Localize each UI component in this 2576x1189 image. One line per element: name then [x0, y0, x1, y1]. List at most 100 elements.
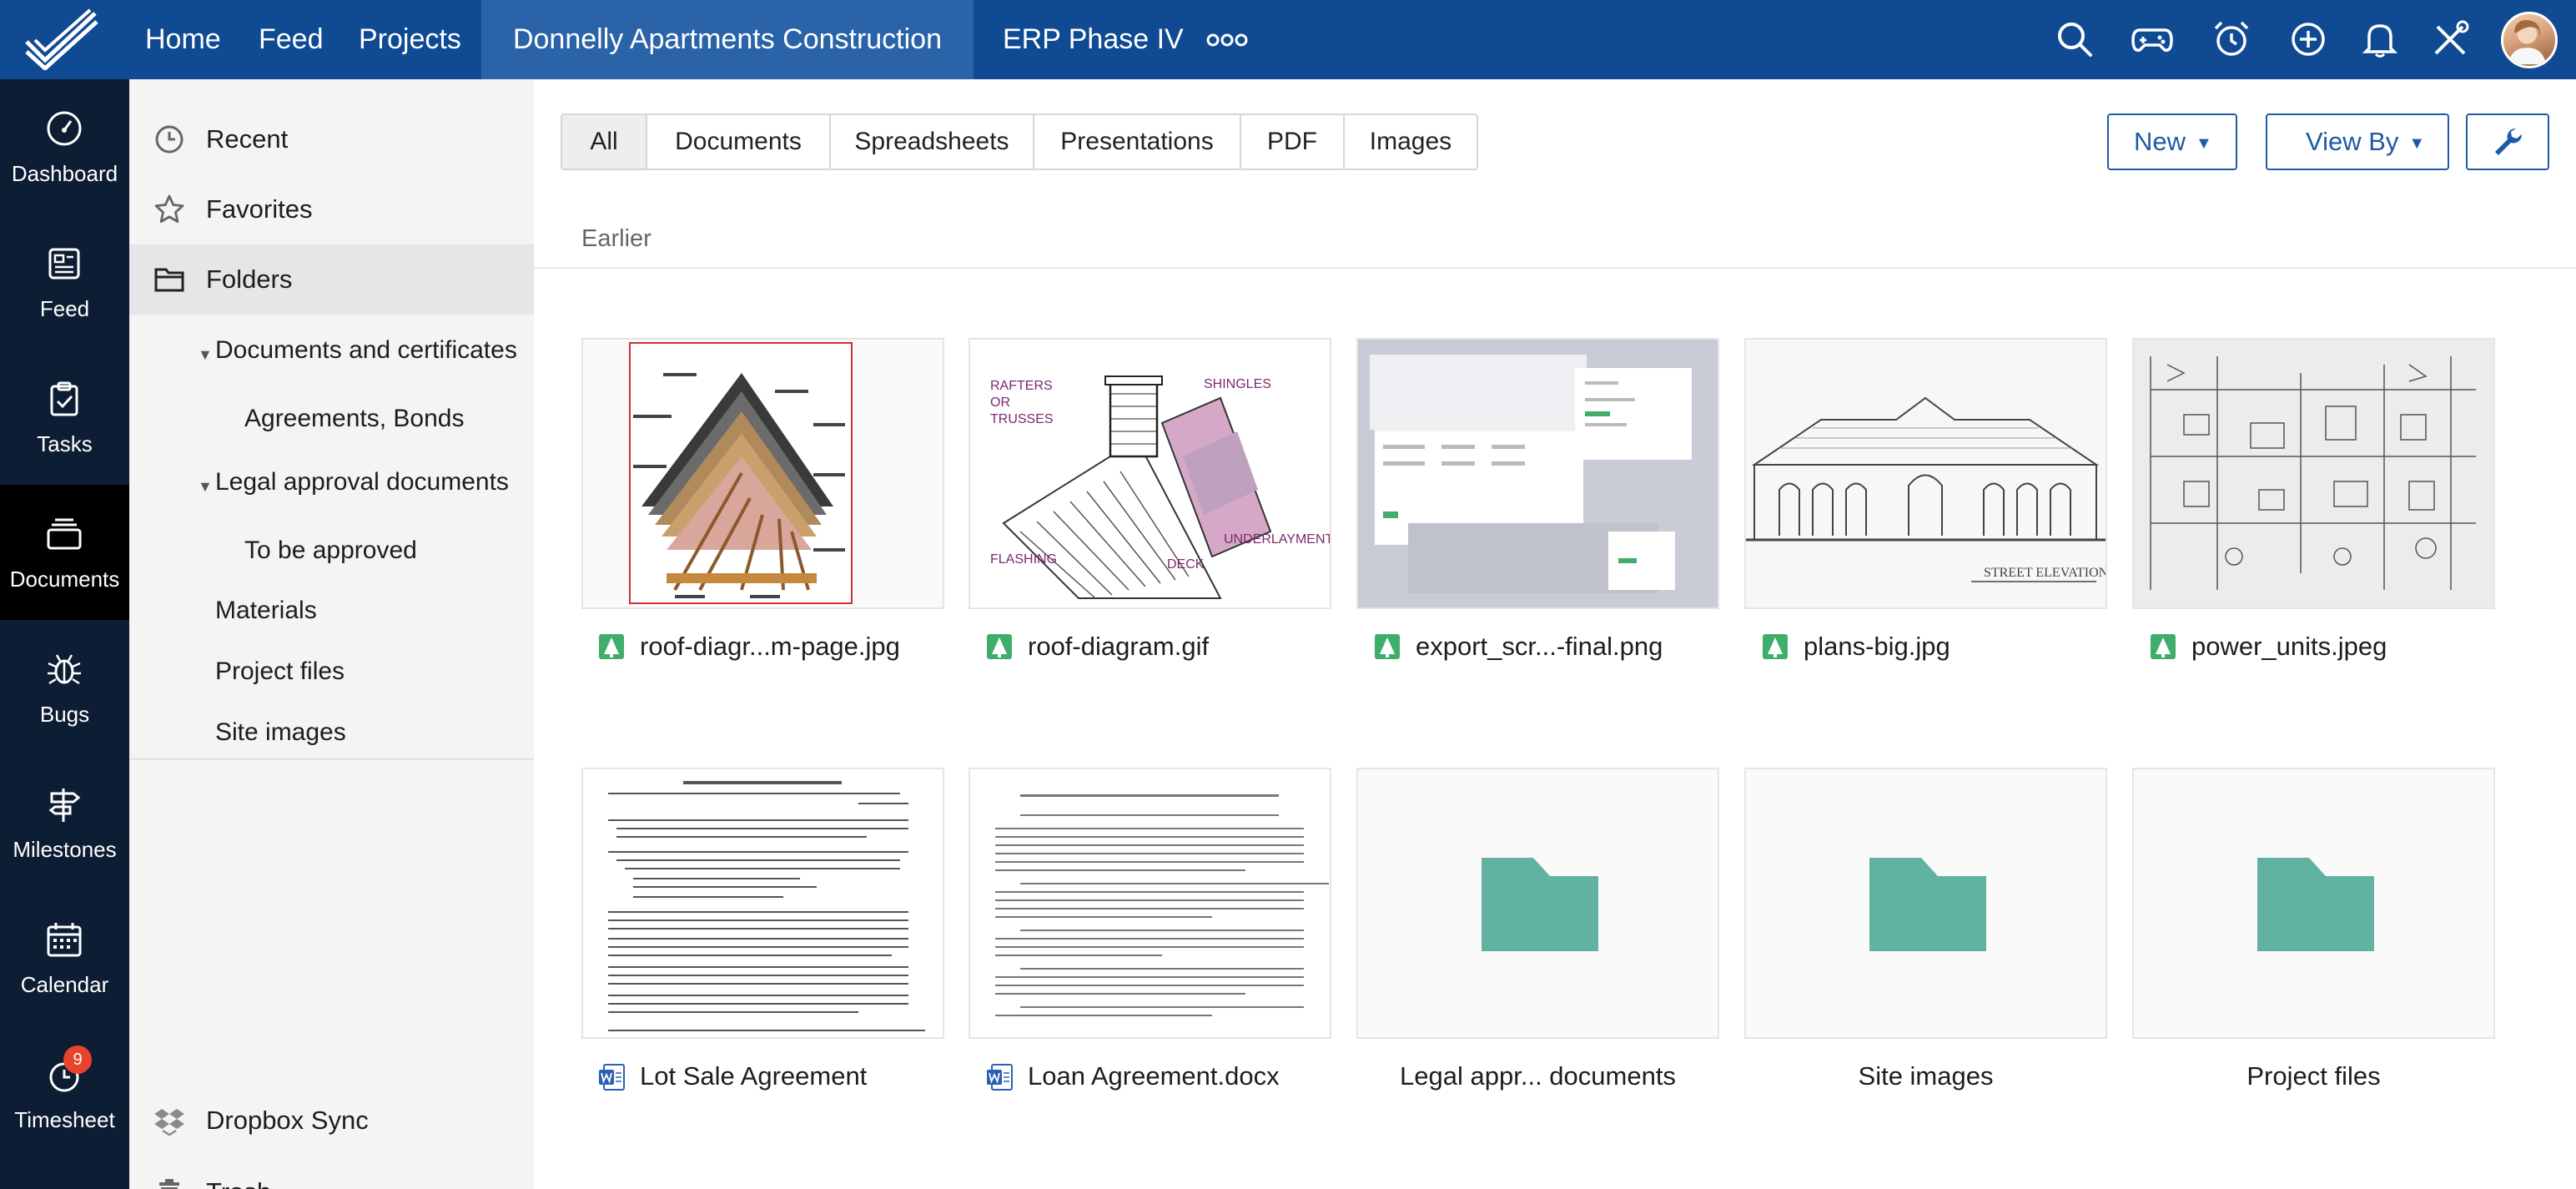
rail-label: Dashboard — [11, 161, 118, 186]
feed-icon — [48, 248, 80, 280]
rail-label: Bugs — [39, 702, 90, 727]
panel-item-folders[interactable]: Folders — [129, 244, 534, 315]
nav-project-erp[interactable]: ERP Phase IV — [1003, 0, 1184, 79]
rail-label: Calendar — [20, 972, 109, 997]
folder-agreements-bonds[interactable]: Agreements, Bonds — [244, 405, 464, 433]
rail-item-tasks[interactable]: Tasks — [0, 350, 129, 485]
panel-item-trash[interactable]: Trash — [129, 1157, 534, 1189]
thumb-label-shingles: SHINGLES — [1204, 377, 1271, 391]
rail-item-bugs[interactable]: Bugs — [0, 620, 129, 755]
file-thumbnail-plans-big[interactable]: STREET ELEVATION — [1744, 338, 2107, 609]
folder-name[interactable]: Legal appr... documents — [1356, 1061, 1719, 1091]
file-thumbnail-export-screenshot[interactable] — [1356, 338, 1719, 609]
module-rail: Dashboard Feed Tasks Documents Bugs Mile… — [0, 79, 129, 1189]
folder-card-project-files[interactable] — [2132, 768, 2495, 1039]
folder-card-legal-approval[interactable] — [1356, 768, 1719, 1039]
nav-feed[interactable]: Feed — [259, 0, 324, 79]
word-document-icon — [599, 1064, 625, 1091]
filter-tab-images[interactable]: Images — [1345, 115, 1477, 169]
rail-item-feed[interactable]: Feed — [0, 214, 129, 350]
settings-wrench-button[interactable] — [2466, 113, 2549, 170]
panel-label: Favorites — [206, 194, 313, 224]
filter-tab-spreadsheets[interactable]: Spreadsheets — [831, 115, 1034, 169]
documents-navigation-panel: Recent Favorites Folders ▼ Documents and… — [129, 79, 534, 1189]
filter-tab-presentations[interactable]: Presentations — [1034, 115, 1241, 169]
thumb-label-or: OR — [990, 395, 1010, 410]
chevron-down-icon: ▼ — [2408, 134, 2426, 153]
expand-caret-icon[interactable]: ▼ — [198, 346, 213, 364]
folder-site-images[interactable]: Site images — [215, 718, 346, 747]
export-screenshot-image-icon — [1358, 340, 1718, 607]
nav-project-donnelly[interactable]: Donnelly Apartments Construction — [481, 0, 974, 79]
nav-home[interactable]: Home — [145, 0, 221, 79]
folder-card-site-images[interactable] — [1744, 768, 2107, 1039]
game-controller-icon[interactable] — [2131, 18, 2173, 60]
roof-layers-image-icon — [629, 342, 853, 604]
new-button[interactable]: New ▼ — [2107, 113, 2237, 170]
folder-icon — [1482, 858, 1598, 951]
rail-label: Documents — [9, 567, 120, 592]
rail-item-calendar[interactable]: Calendar — [0, 890, 129, 1025]
file-name[interactable]: roof-diagram.gif — [1028, 632, 1209, 662]
filter-tab-documents[interactable]: Documents — [647, 115, 831, 169]
panel-label: Dropbox Sync — [206, 1106, 369, 1135]
thumb-label-street-elevation: STREET ELEVATION — [1984, 566, 2106, 580]
view-by-button[interactable]: View By ▼ — [2266, 113, 2449, 170]
app-logo-icon[interactable] — [23, 8, 100, 70]
file-name[interactable]: power_units.jpeg — [2191, 632, 2387, 662]
clock-icon — [155, 125, 184, 154]
folder-documents-and-certificates[interactable]: Documents and certificates — [215, 336, 517, 365]
thumb-label-deck: DECK — [1167, 557, 1205, 572]
panel-divider — [129, 758, 534, 760]
image-file-icon — [1375, 634, 1400, 659]
file-thumbnail-roof-diagram-gif[interactable]: RAFTERS OR TRUSSES SHINGLES UNDERLAYMENT… — [969, 338, 1331, 609]
document-page-image-icon — [583, 769, 943, 1037]
folder-name[interactable]: Site images — [1744, 1061, 2107, 1091]
folder-materials[interactable]: Materials — [215, 597, 317, 625]
more-projects-icon[interactable] — [1206, 28, 1248, 52]
rail-label: Feed — [39, 296, 90, 321]
view-by-button-label: View By — [2306, 127, 2399, 156]
folder-project-files[interactable]: Project files — [215, 657, 345, 686]
user-avatar[interactable] — [2501, 12, 2558, 68]
file-thumbnail-loan-agreement[interactable] — [969, 768, 1331, 1039]
file-thumbnail-lot-sale-agreement[interactable] — [581, 768, 944, 1039]
alarm-clock-icon[interactable] — [2211, 18, 2252, 60]
rail-item-milestones[interactable]: Milestones — [0, 755, 129, 890]
image-file-icon — [1763, 634, 1788, 659]
folder-legal-approval-documents[interactable]: Legal approval documents — [215, 468, 509, 496]
folder-icon — [2257, 858, 2374, 951]
panel-item-favorites[interactable]: Favorites — [129, 174, 534, 244]
image-file-icon — [2151, 634, 2176, 659]
file-name[interactable]: export_scr...-final.png — [1416, 632, 1663, 662]
filter-tab-pdf[interactable]: PDF — [1241, 115, 1345, 169]
folder-to-be-approved[interactable]: To be approved — [244, 537, 417, 565]
panel-item-recent[interactable]: Recent — [129, 104, 534, 174]
panel-item-dropbox-sync[interactable]: Dropbox Sync — [129, 1086, 534, 1156]
rail-item-documents[interactable]: Documents — [0, 485, 129, 620]
file-name[interactable]: Lot Sale Agreement — [640, 1061, 867, 1091]
thumb-label-trusses: TRUSSES — [990, 412, 1054, 426]
expand-caret-icon[interactable]: ▼ — [198, 478, 213, 496]
file-name[interactable]: roof-diagr...m-page.jpg — [640, 632, 900, 662]
search-icon[interactable] — [2054, 18, 2096, 60]
tools-icon[interactable] — [2429, 18, 2471, 60]
image-file-icon — [987, 634, 1012, 659]
document-page-image-icon — [970, 769, 1330, 1037]
calendar-icon — [47, 923, 82, 957]
notification-bell-icon[interactable] — [2359, 18, 2401, 60]
filter-tab-all[interactable]: All — [562, 115, 647, 169]
thumb-label-flashing: FLASHING — [990, 552, 1057, 567]
thumb-label-rafters: RAFTERS — [990, 379, 1053, 393]
file-name[interactable]: plans-big.jpg — [1804, 632, 1950, 662]
rail-item-dashboard[interactable]: Dashboard — [0, 79, 129, 214]
add-icon[interactable] — [2287, 18, 2329, 60]
star-icon — [154, 194, 184, 223]
folder-name[interactable]: Project files — [2132, 1061, 2495, 1091]
rail-item-timesheet[interactable]: 9 Timesheet — [0, 1025, 129, 1161]
electrical-schematic-image-icon — [2134, 340, 2493, 607]
file-thumbnail-roof-diagram-page[interactable] — [581, 338, 944, 609]
file-thumbnail-power-units[interactable] — [2132, 338, 2495, 609]
nav-projects[interactable]: Projects — [359, 0, 461, 79]
file-name[interactable]: Loan Agreement.docx — [1028, 1061, 1280, 1091]
